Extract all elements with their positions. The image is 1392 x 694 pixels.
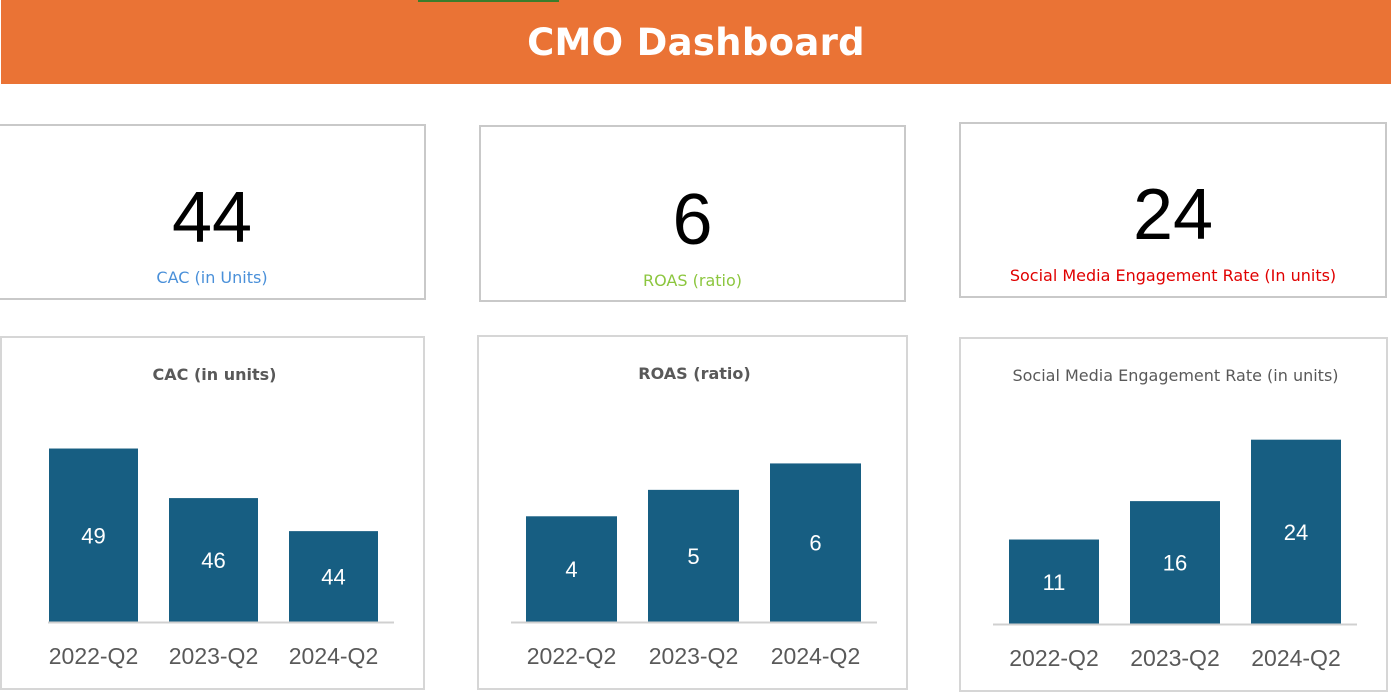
chart-engagement-category-label-2023-Q2: 2023-Q2 <box>1130 645 1220 671</box>
chart-cac-title: CAC (in units) <box>153 365 277 384</box>
chart-engagement-data-label-2024-Q2: 24 <box>1284 520 1308 545</box>
chart-roas-category-label-2024-Q2: 2024-Q2 <box>771 643 861 669</box>
page-title: CMO Dashboard <box>527 20 865 64</box>
kpi-value-roas: 6 <box>672 180 713 260</box>
kpi-card-roas: 6 ROAS (ratio) <box>479 125 906 302</box>
header-accent-bar <box>418 0 559 2</box>
chart-engagement-category-label-2022-Q2: 2022-Q2 <box>1009 645 1099 671</box>
chart-cac-data-label-2024-Q2: 44 <box>321 565 345 590</box>
chart-roas-category-label-2022-Q2: 2022-Q2 <box>527 643 617 669</box>
chart-engagement-title: Social Media Engagement Rate (in units) <box>1012 366 1338 385</box>
chart-cac-data-label-2022-Q2: 49 <box>81 523 105 548</box>
kpi-value-cac: 44 <box>171 178 253 258</box>
chart-cac-svg: CAC (in units) 49 2022-Q2 46 2023-Q2 44 2024-Q… <box>48 365 394 669</box>
chart-cac-category-label-2022-Q2: 2022-Q2 <box>49 643 139 669</box>
chart-roas-category-label-2023-Q2: 2023-Q2 <box>649 643 739 669</box>
chart-engagement-data-label-2023-Q2: 16 <box>1163 551 1187 576</box>
chart-engagement-data-label-2022-Q2: 11 <box>1043 570 1066 595</box>
chart-roas-data-label-2023-Q2: 5 <box>687 544 699 569</box>
chart-cac-category-label-2023-Q2: 2023-Q2 <box>169 643 259 669</box>
chart-engagement-svg: Social Media Engagement Rate (in units) 1… <box>993 366 1357 671</box>
chart-roas-svg: ROAS (ratio) 4 2022-Q2 5 2023-Q2 6 2024-Q2 <box>511 364 877 669</box>
chart-engagement-category-label-2024-Q2: 2024-Q2 <box>1251 645 1341 671</box>
kpi-card-cac: 44 CAC (in Units) <box>0 124 426 300</box>
kpi-label-roas: ROAS (ratio) <box>643 271 742 290</box>
chart-panel-engagement: Social Media Engagement Rate (in units) 1… <box>959 337 1388 692</box>
chart-cac-category-label-2024-Q2: 2024-Q2 <box>289 643 379 669</box>
chart-panel-roas: ROAS (ratio) 4 2022-Q2 5 2023-Q2 6 2024-Q2 <box>477 335 908 690</box>
chart-roas-title: ROAS (ratio) <box>638 364 750 383</box>
chart-cac-data-label-2023-Q2: 46 <box>201 548 225 573</box>
chart-roas-data-label-2024-Q2: 6 <box>809 531 821 556</box>
dashboard-header: CMO Dashboard <box>1 0 1391 84</box>
chart-panel-cac: CAC (in units) 49 2022-Q2 46 2023-Q2 44 2024-Q… <box>0 336 425 690</box>
chart-roas-data-label-2022-Q2: 4 <box>565 557 577 582</box>
kpi-label-engagement: Social Media Engagement Rate (In units) <box>1009 266 1337 285</box>
kpi-value-engagement: 24 <box>1132 175 1214 255</box>
kpi-label-cac: CAC (in Units) <box>156 268 268 287</box>
kpi-card-engagement: 24 Social Media Engagement Rate (In unit… <box>959 122 1387 298</box>
